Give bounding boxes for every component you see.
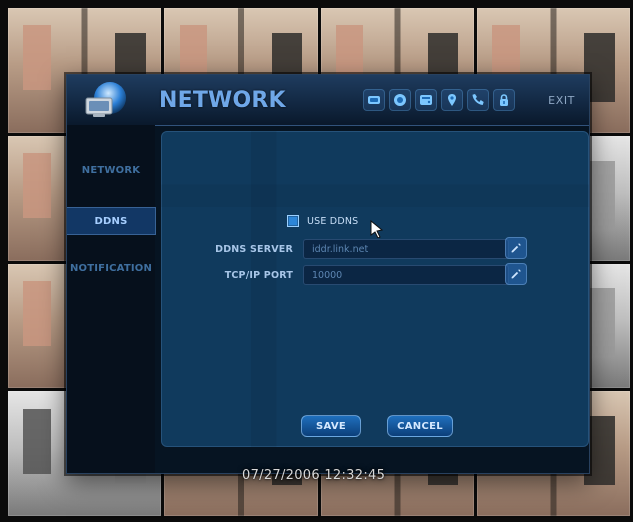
use-ddns-row[interactable]: USE DDNS [287,215,358,227]
sidebar-item-network[interactable]: NETWORK [67,159,155,181]
network-card-icon[interactable] [363,89,385,111]
tcpip-port-row: TCP/IP PORT 10000 [199,265,509,285]
mouse-cursor-icon [370,220,384,238]
save-button[interactable]: SAVE [301,415,361,437]
ddns-server-label: DDNS SERVER [215,243,293,255]
cancel-button[interactable]: CANCEL [387,415,453,437]
title-bar: NETWORK EXIT [67,75,589,126]
sidebar-item-ddns[interactable]: DDNS [67,207,156,235]
page-title: NETWORK [159,88,286,113]
toolbar-icons [363,89,515,111]
network-settings-window: NETWORK EXIT NETWORK DDNS NOTIFICATION U… [66,74,590,474]
use-ddns-label: USE DDNS [307,215,359,227]
pin-icon[interactable] [441,89,463,111]
tcpip-port-label: TCP/IP PORT [224,269,293,281]
network-logo-icon [85,82,126,117]
tcpip-port-input[interactable]: 10000 [303,265,509,285]
exit-link[interactable]: EXIT [548,94,575,107]
sidebar: NETWORK DDNS NOTIFICATION [67,125,156,473]
phone-icon[interactable] [467,89,489,111]
use-ddns-checkbox[interactable] [287,215,299,227]
camera-timestamp: 07/27/2006 12:32:45 [242,468,386,483]
record-icon[interactable] [389,89,411,111]
sidebar-item-notification[interactable]: NOTIFICATION [67,257,155,279]
edit-icon[interactable] [505,263,527,285]
ddns-server-row: DDNS SERVER iddr.link.net [199,239,509,259]
lock-icon[interactable] [493,89,515,111]
hdd-icon[interactable] [415,89,437,111]
ddns-settings-panel: USE DDNS DDNS SERVER iddr.link.net TCP/I… [161,131,589,447]
ddns-server-input[interactable]: iddr.link.net [303,239,509,259]
edit-icon[interactable] [505,237,527,259]
